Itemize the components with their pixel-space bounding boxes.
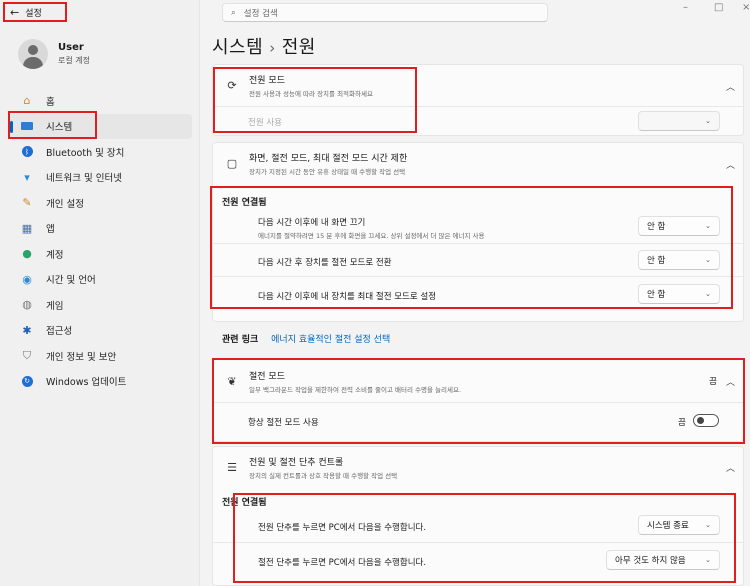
sidebar-item-label: 계정 [46,249,64,261]
avatar [18,39,48,69]
highlight-box-power-mode [213,67,417,133]
close-icon[interactable]: × [742,2,750,13]
sidebar-item-label: Bluetooth 및 장치 [46,147,125,159]
list-settings-icon: ☰ [227,460,237,474]
accessibility-icon: ✱ [22,323,32,337]
screen-sleep-header[interactable]: ▢ 화면, 절전 모드, 최대 절전 모드 시간 제한 장치가 지정된 시간 동… [213,143,743,183]
sidebar-item-label: Windows 업데이트 [46,377,127,389]
sidebar-item-apps[interactable]: ▦ 앱 [10,216,192,242]
update-icon: ↻ [20,374,34,388]
sidebar-item-accessibility[interactable]: ✱ 접근성 [10,318,192,344]
sidebar-item-home[interactable]: ⌂ 홈 [10,88,192,114]
power-buttons-title: 전원 및 절전 단추 컨트롤 [249,457,344,468]
related-links: 관련 링크 에너지 효율적인 절전 설정 선택 [222,332,390,345]
sidebar-item-privacy[interactable]: ⛉ 개인 정보 및 보안 [10,343,192,369]
bluetooth-icon: ᛒ [20,145,34,159]
screen-sleep-desc: 장치가 지정된 시간 동안 유휴 상태일 때 수행할 작업 선택 [249,167,406,176]
power-mode-dropdown[interactable]: ⌄ [638,111,720,131]
sidebar-item-label: 시간 및 언어 [46,275,96,287]
search-placeholder: 설정 검색 [243,8,278,19]
highlight-box-plugged-in [210,186,733,309]
monitor-sleep-icon: ▢ [226,156,238,170]
sidebar: ← 설정 User 로컬 계정 ⌂ 홈 시스템 ᛒ Bluetooth 및 장치… [0,0,200,586]
sidebar-item-label: 앱 [46,224,55,236]
search-icon: ⌕ [231,7,236,18]
sidebar-item-network[interactable]: ▾ 네트워크 및 인터넷 [10,165,192,191]
gamepad-icon: ◍ [22,298,32,312]
sidebar-item-label: 접근성 [46,326,73,338]
network-icon: ▾ [24,170,30,184]
apps-icon: ▦ [21,221,33,235]
breadcrumb-parent[interactable]: 시스템 [212,37,263,58]
highlight-box-energy-saver [212,358,745,444]
sidebar-item-label: 개인 설정 [46,198,84,210]
sidebar-item-windows-update[interactable]: ↻ Windows 업데이트 [10,369,192,395]
sidebar-item-label: 홈 [46,96,55,108]
power-buttons-desc: 장치의 실제 컨트롤과 상호 작용할 때 수행할 작업 선택 [249,471,398,480]
account-icon: ● [22,247,32,261]
chevron-up-icon[interactable]: ︿ [726,80,735,93]
brush-icon: ✎ [22,196,32,210]
sidebar-item-gaming[interactable]: ◍ 게임 [10,292,192,318]
sidebar-item-label: 개인 정보 및 보안 [46,351,117,363]
shield-icon: ⛉ [22,348,32,362]
highlight-box-back [3,2,67,22]
minimize-icon[interactable]: – [683,2,688,13]
chevron-up-icon[interactable]: ︿ [726,461,735,474]
chevron-up-icon[interactable]: ︿ [726,158,735,171]
screen-sleep-title: 화면, 절전 모드, 최대 절전 모드 시간 제한 [249,153,408,164]
highlight-box-system [8,111,97,139]
related-links-label: 관련 링크 [222,335,259,345]
user-profile[interactable]: User 로컬 계정 [10,32,192,76]
maximize-icon[interactable]: □ [714,2,723,13]
sidebar-item-personalization[interactable]: ✎ 개인 설정 [10,190,192,216]
sidebar-item-label: 네트워크 및 인터넷 [46,173,122,185]
globe-icon: ◉ [22,272,32,286]
page-title: 시스템 › 전원 [212,33,316,59]
highlight-box-buttons [233,493,736,583]
user-account-type: 로컬 계정 [58,56,90,65]
sidebar-item-bluetooth[interactable]: ᛒ Bluetooth 및 장치 [10,139,192,165]
sidebar-item-accounts[interactable]: ● 계정 [10,241,192,267]
breadcrumb-current: 전원 [281,37,316,58]
power-buttons-header[interactable]: ☰ 전원 및 절전 단추 컨트롤 장치의 실제 컨트롤과 상호 작용할 때 수행… [213,447,743,487]
search-input[interactable]: ⌕ 설정 검색 [222,3,548,22]
sidebar-item-label: 게임 [46,300,64,312]
breadcrumb-separator: › [269,39,276,57]
energy-efficient-link[interactable]: 에너지 효율적인 절전 설정 선택 [271,335,390,345]
home-icon: ⌂ [23,94,31,108]
user-name: User [58,42,84,53]
sidebar-item-time-language[interactable]: ◉ 시간 및 언어 [10,267,192,293]
chevron-down-icon: ⌄ [705,117,711,125]
